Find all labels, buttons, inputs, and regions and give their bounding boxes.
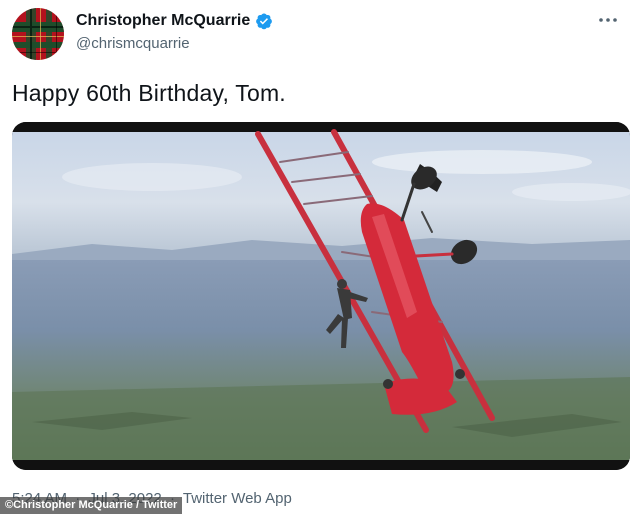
avatar[interactable] (12, 8, 64, 60)
tweet-source[interactable]: Twitter Web App (183, 490, 292, 507)
handle[interactable]: @chrismcquarrie (76, 35, 273, 52)
tweet-media[interactable] (12, 122, 630, 470)
verified-badge-icon (255, 12, 273, 30)
tweet-text: Happy 60th Birthday, Tom. (12, 80, 286, 106)
display-name-row: Christopher McQuarrie (76, 12, 273, 30)
biplane-photo (12, 122, 630, 470)
author-names: Christopher McQuarrie @chrismcquarrie (76, 12, 273, 52)
photo-credit: ©Christopher McQuarrie / Twitter (0, 497, 183, 514)
tartan-avatar-icon (12, 8, 64, 60)
display-name[interactable]: Christopher McQuarrie (76, 12, 250, 30)
more-options-icon[interactable] (596, 10, 620, 30)
tweet-header: Christopher McQuarrie @chrismcquarrie (12, 8, 622, 64)
